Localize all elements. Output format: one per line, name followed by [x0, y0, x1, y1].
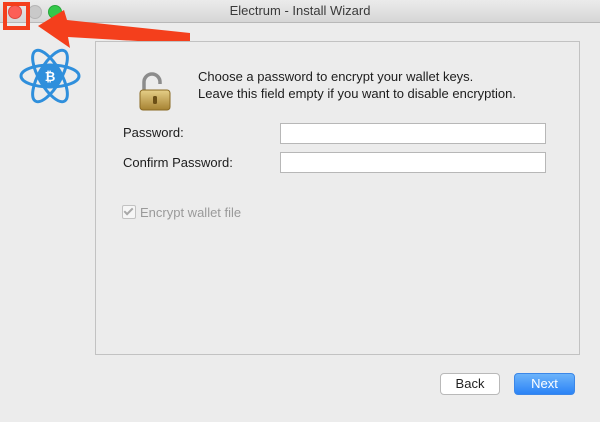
instruction-text: Choose a password to encrypt your wallet… — [198, 68, 516, 102]
confirm-password-field[interactable] — [280, 152, 546, 173]
password-label: Password: — [123, 125, 184, 140]
svg-text:₿: ₿ — [45, 70, 56, 85]
back-button[interactable]: Back — [440, 373, 500, 395]
password-field[interactable] — [280, 123, 546, 144]
electrum-logo-icon: ₿ — [19, 48, 81, 104]
encrypt-wallet-label: Encrypt wallet file — [140, 205, 242, 220]
confirm-password-label: Confirm Password: — [123, 155, 233, 170]
instruction-line-1: Choose a password to encrypt your wallet… — [198, 69, 474, 84]
instruction-line-2: Leave this field empty if you want to di… — [198, 86, 516, 101]
next-button[interactable]: Next — [514, 373, 575, 395]
encrypt-wallet-option: Encrypt wallet file — [122, 205, 241, 220]
encrypt-wallet-checkbox[interactable] — [122, 205, 136, 219]
open-padlock-icon — [139, 72, 171, 111]
